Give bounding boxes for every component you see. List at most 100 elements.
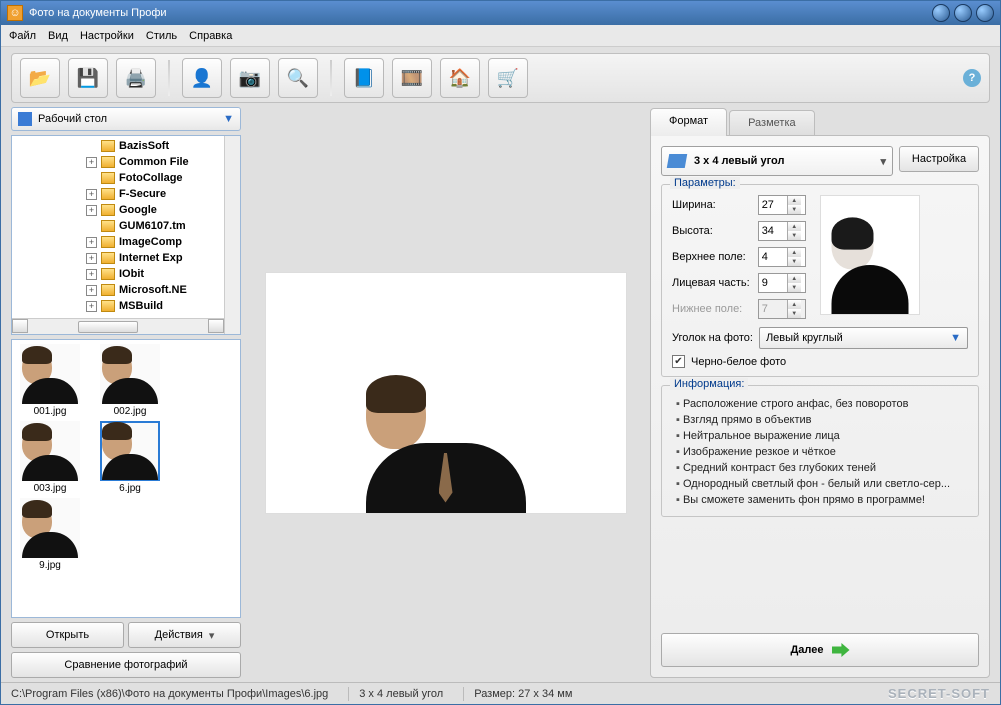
main-area: Рабочий стол ▼ +BazisSoft+Common File+Fo… [1,107,1000,682]
tree-item[interactable]: + Google [16,202,238,218]
app-window: ☺ Фото на документы Профи Файл Вид Настр… [0,0,1001,705]
thumbnail-label: 001.jpg [34,406,67,417]
face-part-spinner[interactable]: ▲▼ [758,273,806,293]
face-part-input[interactable] [759,277,787,289]
corner-label: Уголок на фото: [672,332,753,344]
thumbnail[interactable]: 9.jpg [16,498,84,571]
tree-toggle[interactable]: + [86,237,97,248]
next-button-label: Далее [790,644,823,656]
print-button[interactable]: 🖨️ [116,58,156,98]
tree-scrollbar-vertical[interactable] [224,136,240,334]
preview-person [366,379,526,513]
thumbnail[interactable]: 001.jpg [16,344,84,417]
menu-style[interactable]: Стиль [146,30,177,42]
tree-item-label: ImageComp [119,236,182,248]
zoom-button[interactable]: 🔍 [278,58,318,98]
minimize-button[interactable] [932,4,950,22]
tab-format[interactable]: Формат [650,108,727,136]
bottom-margin-spinner: ▲▼ [758,299,806,319]
width-input[interactable] [759,199,787,211]
thumbnail[interactable]: 002.jpg [96,344,164,417]
tab-markup[interactable]: Разметка [729,110,815,135]
menu-settings[interactable]: Настройки [80,30,134,42]
video-button[interactable]: 🎞️ [392,58,432,98]
info-item: Расположение строго анфас, без поворотов [676,396,968,412]
width-label: Ширина: [672,199,750,211]
desktop-icon [18,112,32,126]
thumbnail[interactable]: 003.jpg [16,421,84,494]
person-tool-button[interactable]: 👤 [182,58,222,98]
tree-item[interactable]: +Internet Exp [16,250,238,266]
bw-checkbox[interactable]: ✔ [672,355,685,368]
scroll-thumb[interactable] [78,321,138,333]
thumbnail-label: 6.jpg [119,483,141,494]
width-spinner[interactable]: ▲▼ [758,195,806,215]
folder-picker[interactable]: Рабочий стол ▼ [11,107,241,131]
maximize-button[interactable] [954,4,972,22]
thumbnail[interactable]: 6.jpg [96,421,164,494]
tree-item[interactable]: +IObit [16,266,238,282]
thumb-person [102,350,158,404]
format-preset-select[interactable]: 3 x 4 левый угол ▾ [661,146,893,176]
open-file-button[interactable]: 📂 [20,58,60,98]
height-input[interactable] [759,225,787,237]
top-margin-input[interactable] [759,251,787,263]
next-button[interactable]: Далее [661,633,979,667]
scroll-right-button[interactable] [208,319,224,333]
tree-item[interactable]: + ImageComp [16,234,238,250]
tree-item[interactable]: +GUM6107.tm [16,218,238,234]
height-spinner[interactable]: ▲▼ [758,221,806,241]
camera-button[interactable]: 📷 [230,58,270,98]
chevron-down-icon: ▾ [209,629,215,642]
tree-item-label: Google [119,204,157,216]
folder-open-icon: 📂 [26,64,54,92]
tree-item[interactable]: +BazisSoft [16,138,238,154]
statusbar: C:\Program Files (x86)\Фото на документы… [1,682,1000,704]
tab-format-label: Формат [669,115,708,127]
menu-help[interactable]: Справка [189,30,232,42]
tree-item[interactable]: +F-Secure [16,186,238,202]
actions-button-label: Действия [155,629,203,641]
cart-button[interactable]: 🛒 [488,58,528,98]
tree-toggle[interactable]: + [86,285,97,296]
actions-button[interactable]: Действия ▾ [128,622,241,648]
top-margin-spinner[interactable]: ▲▼ [758,247,806,267]
chevron-down-icon: ▼ [223,113,234,125]
tree-toggle[interactable]: + [86,205,97,216]
tree-toggle[interactable]: + [86,157,97,168]
tree-item[interactable]: +FotoCollage [16,170,238,186]
save-button[interactable]: 💾 [68,58,108,98]
bottom-margin-label: Нижнее поле: [672,303,750,315]
folder-icon [101,140,115,152]
chevron-down-icon: ▾ [880,155,886,168]
menu-file[interactable]: Файл [9,30,36,42]
tree-toggle[interactable]: + [86,269,97,280]
tree-item[interactable]: +MSBuild [16,298,238,314]
folder-icon [101,188,115,200]
home-button[interactable]: 🏠 [440,58,480,98]
tree-scrollbar-horizontal[interactable] [12,318,224,334]
tree-item[interactable]: +Common File [16,154,238,170]
info-item: Однородный светлый фон - белый или светл… [676,476,968,492]
tree-toggle[interactable]: + [86,253,97,264]
close-button[interactable] [976,4,994,22]
scroll-left-button[interactable] [12,319,28,333]
settings-button[interactable]: Настройка [899,146,979,172]
photo-preview [266,273,626,513]
tree-item[interactable]: +Microsoft.NE [16,282,238,298]
menu-view[interactable]: Вид [48,30,68,42]
thumbnail-panel: 001.jpg 002.jpg003.jpg 6.jpg 9.jpg [11,339,241,618]
format-preset-label: 3 x 4 левый угол [694,155,784,167]
info-item: Нейтральное выражение лица [676,428,968,444]
app-icon: ☺ [7,5,23,21]
open-button[interactable]: Открыть [11,622,124,648]
tree-toggle[interactable]: + [86,189,97,200]
bw-checkbox-row[interactable]: ✔ Черно-белое фото [672,355,968,368]
tree-toggle[interactable]: + [86,301,97,312]
folder-icon [101,236,115,248]
help-book-button[interactable]: 📘 [344,58,384,98]
toolbar-help-hint[interactable]: ? [963,69,981,87]
corner-select[interactable]: Левый круглый ▼ [759,327,968,349]
left-column: Рабочий стол ▼ +BazisSoft+Common File+Fo… [11,107,241,678]
compare-button[interactable]: Сравнение фотографий [11,652,241,678]
